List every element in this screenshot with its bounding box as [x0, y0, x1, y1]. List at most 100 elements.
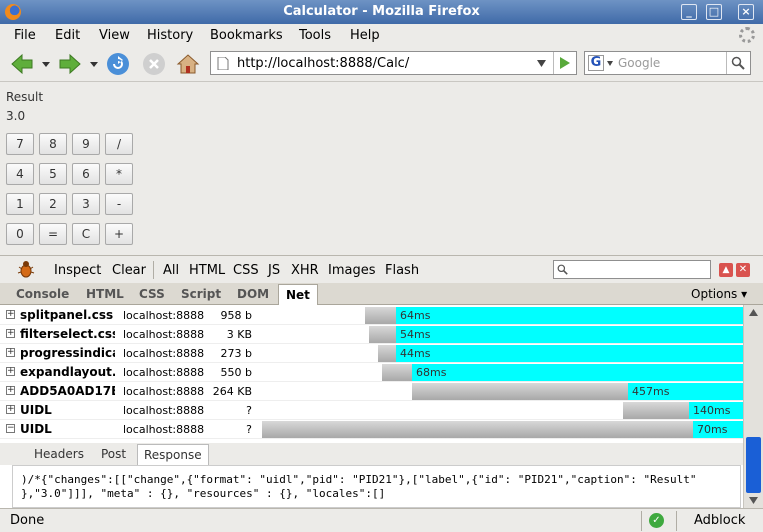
- request-file[interactable]: progressindicator.css: [20, 346, 115, 360]
- filter-xhr[interactable]: XHR: [291, 263, 319, 278]
- calc-button-minus[interactable]: -: [105, 193, 133, 215]
- request-host: localhost:8888: [123, 366, 205, 379]
- options-label[interactable]: Options: [691, 287, 737, 301]
- url-text[interactable]: http://localhost:8888/Calc/: [237, 56, 409, 71]
- expand-icon[interactable]: +: [6, 329, 15, 338]
- back-arrow-icon[interactable]: [10, 52, 34, 76]
- calc-button-0[interactable]: 0: [6, 223, 34, 245]
- calc-button-1[interactable]: 1: [6, 193, 34, 215]
- filter-flash[interactable]: Flash: [385, 263, 419, 278]
- firebug-close-icon[interactable]: ✕: [736, 263, 750, 277]
- calc-button-5[interactable]: 5: [39, 163, 67, 185]
- request-file[interactable]: UIDL: [20, 403, 115, 417]
- request-file[interactable]: splitpanel.css: [20, 308, 115, 322]
- net-request-row[interactable]: + expandlayout.css localhost:8888 550 b 68ms: [0, 363, 743, 382]
- request-time: 44ms: [400, 347, 431, 360]
- inspect-button[interactable]: Inspect: [54, 263, 101, 278]
- calc-button-divide[interactable]: /: [105, 133, 133, 155]
- collapse-icon[interactable]: −: [6, 424, 15, 433]
- subtab-headers[interactable]: Headers: [34, 447, 84, 461]
- scroll-up-icon[interactable]: [749, 309, 758, 316]
- back-dropdown-icon[interactable]: [42, 60, 50, 68]
- firebug-icon[interactable]: [16, 259, 36, 279]
- calc-button-9[interactable]: 9: [72, 133, 100, 155]
- go-icon[interactable]: [559, 57, 571, 69]
- expand-icon[interactable]: +: [6, 348, 15, 357]
- net-request-row[interactable]: + progressindicator.css localhost:8888 273 …: [0, 344, 743, 363]
- request-file[interactable]: ADD5A0AD17B: [20, 384, 115, 398]
- expand-icon[interactable]: +: [6, 386, 15, 395]
- firebug-search-input[interactable]: [553, 260, 711, 279]
- calc-button-2[interactable]: 2: [39, 193, 67, 215]
- menu-edit[interactable]: Edit: [55, 28, 80, 43]
- filter-html[interactable]: HTML: [189, 263, 225, 278]
- tab-console[interactable]: Console: [16, 287, 69, 301]
- calc-button-7[interactable]: 7: [6, 133, 34, 155]
- reload-icon[interactable]: [106, 52, 130, 76]
- calc-button-6[interactable]: 6: [72, 163, 100, 185]
- menu-tools[interactable]: Tools: [299, 28, 331, 43]
- subtab-response[interactable]: Response: [137, 444, 209, 465]
- net-request-row[interactable]: − UIDL localhost:8888? 70ms: [0, 420, 743, 439]
- vertical-scrollbar[interactable]: [743, 305, 763, 508]
- close-button[interactable]: ×: [738, 4, 754, 20]
- net-request-row[interactable]: + splitpanel.css localhost:8888 958 b 64ms: [0, 306, 743, 325]
- calc-button-plus[interactable]: +: [105, 223, 133, 245]
- options-menu[interactable]: Options ▾: [691, 287, 747, 301]
- calc-button-equals[interactable]: =: [39, 223, 67, 245]
- firebug-detach-icon[interactable]: ▲: [719, 263, 733, 277]
- request-host: localhost:8888: [123, 423, 205, 436]
- expand-icon[interactable]: +: [6, 310, 15, 319]
- scroll-thumb[interactable]: [746, 437, 761, 493]
- tab-css[interactable]: CSS: [139, 287, 165, 301]
- filter-js[interactable]: JS: [268, 263, 280, 278]
- scroll-down-icon[interactable]: [749, 497, 758, 504]
- url-bar[interactable]: http://localhost:8888/Calc/: [210, 51, 577, 75]
- net-request-row[interactable]: + ADD5A0AD17B localhost:8888 264 KB 457ms: [0, 382, 743, 401]
- subtab-post[interactable]: Post: [101, 447, 126, 461]
- clear-button[interactable]: Clear: [112, 263, 146, 278]
- calc-button-8[interactable]: 8: [39, 133, 67, 155]
- net-request-row[interactable]: + filterselect.css localhost:8888 3 KB 54ms: [0, 325, 743, 344]
- minimize-button[interactable]: _: [681, 4, 697, 20]
- tab-dom[interactable]: DOM: [237, 287, 269, 301]
- forward-dropdown-icon[interactable]: [90, 60, 98, 68]
- request-file[interactable]: filterselect.css: [20, 327, 115, 341]
- adblock-button[interactable]: Adblock: [694, 513, 745, 528]
- menu-bookmarks[interactable]: Bookmarks: [210, 28, 283, 43]
- request-size: ?: [246, 423, 252, 436]
- expand-icon[interactable]: +: [6, 405, 15, 414]
- menu-history[interactable]: History: [147, 28, 193, 43]
- filter-all[interactable]: All: [163, 263, 179, 278]
- tab-script[interactable]: Script: [181, 287, 221, 301]
- engine-dropdown-icon[interactable]: [607, 61, 613, 66]
- calc-button-clear[interactable]: C: [72, 223, 100, 245]
- menu-file[interactable]: File: [14, 28, 36, 43]
- search-icon[interactable]: [731, 56, 745, 70]
- google-icon[interactable]: G: [588, 55, 604, 71]
- menu-help[interactable]: Help: [350, 28, 380, 43]
- expand-icon[interactable]: +: [6, 367, 15, 376]
- maximize-button[interactable]: □: [706, 4, 722, 20]
- menu-view[interactable]: View: [99, 28, 130, 43]
- tab-net[interactable]: Net: [278, 284, 318, 305]
- tab-html[interactable]: HTML: [86, 287, 124, 301]
- status-text: Done: [10, 513, 45, 528]
- filter-css[interactable]: CSS: [233, 263, 259, 278]
- home-icon[interactable]: [176, 52, 200, 76]
- stop-icon[interactable]: [142, 52, 166, 76]
- search-placeholder[interactable]: Google: [618, 56, 660, 70]
- calc-button-multiply[interactable]: *: [105, 163, 133, 185]
- calc-button-4[interactable]: 4: [6, 163, 34, 185]
- net-request-row[interactable]: + UIDL localhost:8888? 140ms: [0, 401, 743, 420]
- url-dropdown-icon[interactable]: [537, 60, 546, 67]
- search-box[interactable]: G Google: [584, 51, 751, 75]
- request-file[interactable]: expandlayout.css: [20, 365, 115, 379]
- request-file[interactable]: UIDL: [20, 422, 115, 436]
- security-check-icon[interactable]: ✓: [649, 513, 664, 528]
- calc-button-3[interactable]: 3: [72, 193, 100, 215]
- forward-arrow-icon[interactable]: [58, 52, 82, 76]
- request-size: 958 b: [220, 309, 252, 322]
- filter-images[interactable]: Images: [328, 263, 376, 278]
- menu-bar: File Edit View History Bookmarks Tools H…: [0, 24, 763, 46]
